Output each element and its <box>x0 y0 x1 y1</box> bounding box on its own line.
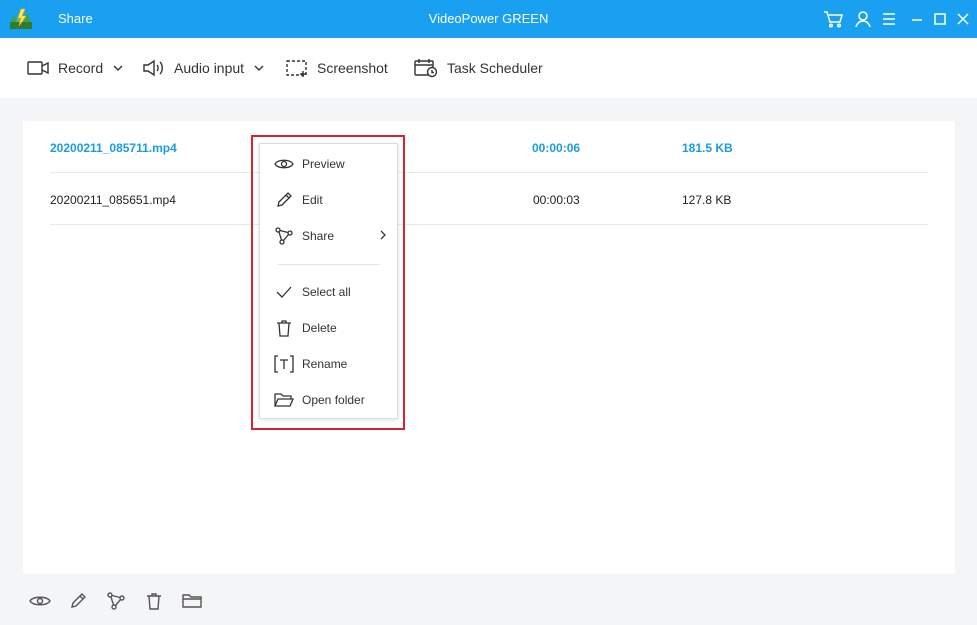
file-name: 20200211_085711.mp4 <box>50 141 177 155</box>
toolbar: Record Audio input Screenshot Task Sched… <box>0 38 977 98</box>
chevron-down-icon[interactable] <box>254 64 264 72</box>
file-duration: 00:00:03 <box>533 193 580 207</box>
share-icon[interactable] <box>104 590 128 612</box>
trash-icon[interactable] <box>142 590 166 612</box>
eye-icon[interactable] <box>28 590 52 612</box>
minimize-icon[interactable] <box>906 9 928 29</box>
screenshot-button[interactable]: Screenshot <box>286 58 388 78</box>
share-menu-link[interactable]: Share <box>58 11 93 26</box>
file-size: 127.8 KB <box>682 193 732 207</box>
file-row[interactable]: 20200211_085711.mp4 00:00:06 181.5 KB <box>50 121 928 173</box>
user-icon[interactable] <box>852 9 874 29</box>
task-scheduler-label: Task Scheduler <box>447 60 543 76</box>
cart-icon[interactable] <box>823 9 845 29</box>
task-scheduler-button[interactable]: Task Scheduler <box>414 58 543 78</box>
highlight-box <box>251 135 405 430</box>
screenshot-icon <box>286 60 307 77</box>
menu-icon[interactable] <box>878 9 900 29</box>
scheduler-icon <box>414 59 438 78</box>
video-camera-icon <box>27 61 49 75</box>
audio-input-button[interactable]: Audio input <box>143 58 264 78</box>
maximize-icon[interactable] <box>929 9 951 29</box>
chevron-down-icon[interactable] <box>113 64 123 72</box>
file-list: 20200211_085711.mp4 00:00:06 181.5 KB 20… <box>23 121 955 574</box>
pencil-icon[interactable] <box>66 590 90 612</box>
record-button[interactable]: Record <box>27 58 123 78</box>
app-logo-icon <box>9 8 33 30</box>
folder-icon[interactable] <box>180 590 204 612</box>
title-bar: Share VideoPower GREEN <box>0 0 977 38</box>
file-name: 20200211_085651.mp4 <box>50 193 176 207</box>
speaker-icon <box>143 59 163 77</box>
file-row[interactable]: 20200211_085651.mp4 00:00:03 127.8 KB <box>50 173 928 225</box>
file-duration: 00:00:06 <box>532 141 581 155</box>
record-label: Record <box>58 60 104 76</box>
close-icon[interactable] <box>952 9 974 29</box>
file-size: 181.5 KB <box>682 141 733 155</box>
screenshot-label: Screenshot <box>317 60 388 76</box>
audio-input-label: Audio input <box>174 60 245 76</box>
bottom-toolbar <box>0 584 977 620</box>
